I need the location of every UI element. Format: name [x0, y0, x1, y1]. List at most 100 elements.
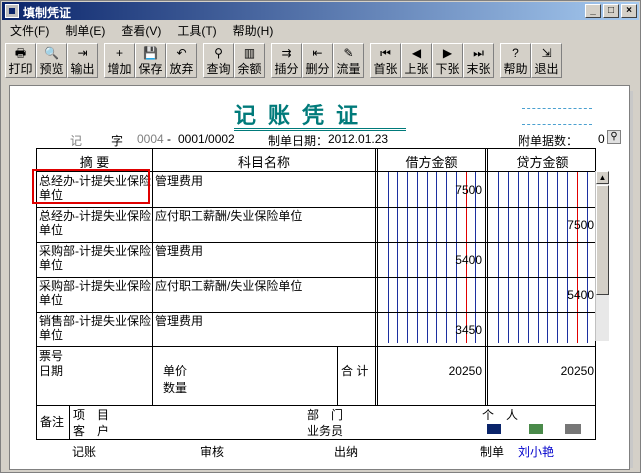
entry-summary[interactable]: 总经办-计提失业保险单位 — [39, 209, 151, 237]
preview-button[interactable]: 🔍 预览 — [36, 43, 67, 78]
entry-account[interactable]: 管理费用 — [155, 174, 373, 188]
save-button[interactable]: 💾 保存 — [135, 43, 166, 78]
next-button[interactable]: ▶ 下张 — [432, 43, 463, 78]
undo-button[interactable]: ↶ 放弃 — [166, 43, 197, 78]
remarks-label: 备注 — [40, 415, 65, 429]
toolbar-label: 流量 — [336, 62, 361, 76]
toolbar: 🖶 打印 🔍 预览 ⇥ 输出 + 增加 💾 保存 ↶ 放弃 ⚲ 查询 ▥ 余额 ⇉ 插分 ⇤ 删分 ✎ 流量 ⏮ 首张 ◀ 上张 ▶… — [5, 43, 568, 79]
flow-button[interactable]: ✎ 流量 — [333, 43, 364, 78]
toolbar-label: 帮助 — [503, 62, 528, 76]
prev-icon: ◀ — [411, 46, 422, 60]
ticket-number-label: 票号 — [39, 349, 64, 363]
entry-account[interactable]: 应付职工薪酬/失业保险单位 — [155, 209, 373, 223]
close-button[interactable]: × — [621, 4, 637, 18]
toolbar-label: 查询 — [206, 62, 231, 76]
export-icon: ⇥ — [77, 46, 88, 60]
header-account: 科目名称 — [237, 155, 290, 170]
toolbar-group: + 增加 💾 保存 ↶ 放弃 — [104, 43, 197, 78]
bar-chart-icon: ▥ — [243, 46, 256, 60]
entry-account[interactable]: 管理费用 — [155, 244, 373, 258]
scroll-up-icon[interactable]: ▲ — [596, 171, 609, 184]
row-divider — [37, 312, 595, 313]
money-digit-line — [547, 172, 549, 343]
voucher-number-gray: 0004 — [137, 132, 164, 146]
menu-file[interactable]: 文件(F) — [2, 21, 57, 41]
card-icon[interactable] — [565, 424, 581, 434]
last-button[interactable]: ⏭ 末张 — [463, 43, 494, 78]
exit-icon: ⇲ — [541, 46, 552, 60]
undo-icon: ↶ — [176, 46, 187, 60]
toolbar-group: ⇉ 插分 ⇤ 删分 ✎ 流量 — [271, 43, 364, 78]
entry-summary[interactable]: 采购部-计提失业保险单位 — [39, 279, 151, 307]
maker-name: 刘小艳 — [518, 445, 555, 459]
delete-row-button[interactable]: ⇤ 删分 — [302, 43, 333, 78]
printer-icon: 🖶 — [14, 46, 27, 60]
voucher-date[interactable]: 2012.01.23 — [328, 132, 388, 146]
binoculars-button[interactable]: ⚲ 查询 — [203, 43, 234, 78]
printer-button[interactable]: 🖶 打印 — [5, 43, 36, 78]
maximize-button[interactable]: □ — [603, 4, 619, 18]
project-label: 项 目 — [73, 408, 110, 422]
unit-price-label: 单价 — [163, 364, 188, 378]
entry-summary[interactable]: 采购部-计提失业保险单位 — [39, 244, 151, 272]
attachment-label: 附单据数： — [518, 134, 579, 148]
toolbar-label: 首张 — [373, 62, 398, 76]
title-underline — [234, 128, 406, 131]
bar-chart-button[interactable]: ▥ 余额 — [234, 43, 265, 78]
app-icon[interactable] — [5, 4, 19, 18]
row-divider — [37, 277, 595, 278]
vertical-scrollbar[interactable]: ▲ — [595, 171, 609, 341]
toolbar-label: 末张 — [466, 62, 491, 76]
scroll-thumb[interactable] — [596, 185, 609, 295]
customer-label: 客 户 — [73, 424, 110, 438]
window-title: 填制凭证 — [23, 6, 72, 20]
entry-account[interactable]: 应付职工薪酬/失业保险单位 — [155, 279, 373, 293]
title-bar: 填制凭证 _ □ × — [2, 2, 639, 20]
voucher-panel: 记账凭证 记 字 0004 - 0001/0002 制单日期： 2012.01.… — [9, 85, 630, 470]
total-label: 合 计 — [341, 364, 369, 378]
toolbar-label: 余额 — [237, 62, 262, 76]
minimize-button[interactable]: _ — [585, 4, 601, 18]
grid-icon[interactable] — [529, 424, 543, 434]
money-digit-line — [567, 172, 569, 343]
table-icon[interactable] — [487, 424, 501, 434]
attachment-count[interactable]: 0 — [598, 132, 605, 146]
money-digit-line — [527, 172, 529, 343]
entry-summary[interactable]: 销售部-计提失业保险单位 — [39, 314, 151, 342]
menu-voucher[interactable]: 制单(E) — [57, 21, 113, 41]
bookkeeping-label: 记账 — [72, 445, 97, 459]
cashier-label: 出纳 — [334, 445, 359, 459]
menu-view[interactable]: 查看(V) — [113, 21, 169, 41]
entry-account[interactable]: 管理费用 — [155, 314, 373, 328]
entry-credit[interactable]: 5400 — [488, 288, 594, 302]
entry-debit[interactable]: 3450 — [378, 323, 482, 337]
prev-button[interactable]: ◀ 上张 — [401, 43, 432, 78]
first-button[interactable]: ⏮ 首张 — [370, 43, 401, 78]
exit-button[interactable]: ⇲ 退出 — [531, 43, 562, 78]
export-button[interactable]: ⇥ 输出 — [67, 43, 98, 78]
money-digit-line — [497, 172, 499, 343]
dashed-line — [522, 124, 592, 125]
voucher-window: 填制凭证 _ □ × 文件(F) 制单(E) 查看(V) 工具(T) 帮助(H)… — [0, 0, 641, 473]
menu-help[interactable]: 帮助(H) — [225, 21, 282, 41]
magnifier-icon[interactable]: ⚲ — [607, 130, 621, 144]
entry-debit[interactable]: 7500 — [378, 183, 482, 197]
voucher-number[interactable]: 0001/0002 — [178, 132, 235, 146]
review-label: 审核 — [200, 445, 225, 459]
delete-row-icon: ⇤ — [312, 46, 323, 60]
money-digit-line — [587, 172, 589, 343]
person-label: 个 人 — [482, 408, 519, 422]
help-button[interactable]: ? 帮助 — [500, 43, 531, 78]
voucher-zi-label: 字 — [111, 134, 124, 148]
toolbar-label: 打印 — [8, 62, 33, 76]
binoculars-icon: ⚲ — [214, 46, 223, 60]
row-divider — [37, 242, 595, 243]
toolbar-label: 上张 — [404, 62, 429, 76]
menu-tools[interactable]: 工具(T) — [169, 21, 224, 41]
voucher-type[interactable]: 记 — [70, 132, 82, 149]
entry-credit[interactable]: 7500 — [488, 218, 594, 232]
add-button[interactable]: + 增加 — [104, 43, 135, 78]
insert-row-button[interactable]: ⇉ 插分 — [271, 43, 302, 78]
toolbar-label: 保存 — [138, 62, 163, 76]
entry-debit[interactable]: 5400 — [378, 253, 482, 267]
